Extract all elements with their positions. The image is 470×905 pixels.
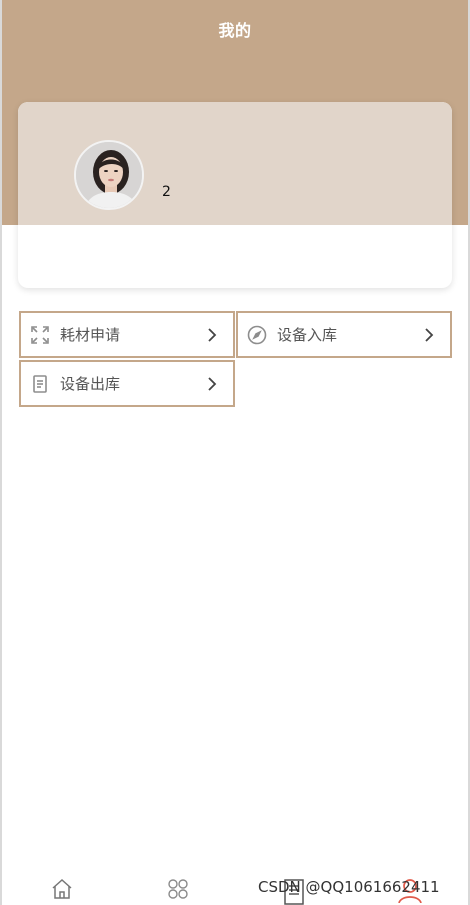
menu-item-device-outbound[interactable]: 设备出库 (19, 360, 235, 407)
tab-home[interactable] (48, 877, 76, 905)
watermark: CSDN @QQ1061662411 (258, 878, 440, 896)
tab-apps[interactable] (164, 877, 192, 905)
document-icon (29, 373, 51, 395)
menu-item-device-inbound[interactable]: 设备入库 (236, 311, 452, 358)
menu-item-label: 耗材申请 (60, 326, 121, 344)
page-title: 我的 (218, 21, 252, 40)
chevron-right-icon (204, 327, 220, 343)
menu-item-label: 设备出库 (60, 375, 121, 393)
user-name: 2 (162, 184, 171, 200)
avatar[interactable] (74, 140, 144, 210)
grid-icon (168, 879, 188, 899)
chevron-right-icon (204, 376, 220, 392)
profile-card: 2 (18, 102, 452, 288)
home-icon (52, 878, 72, 899)
compass-icon (246, 324, 268, 346)
chevron-right-icon (421, 327, 437, 343)
expand-icon (29, 324, 51, 346)
menu-item-label: 设备入库 (277, 326, 338, 344)
menu-item-consumable-request[interactable]: 耗材申请 (19, 311, 235, 358)
page: 我的 2 耗材申请 设备入库 设备出库 CSDN @QQ1061662411 (0, 0, 470, 905)
